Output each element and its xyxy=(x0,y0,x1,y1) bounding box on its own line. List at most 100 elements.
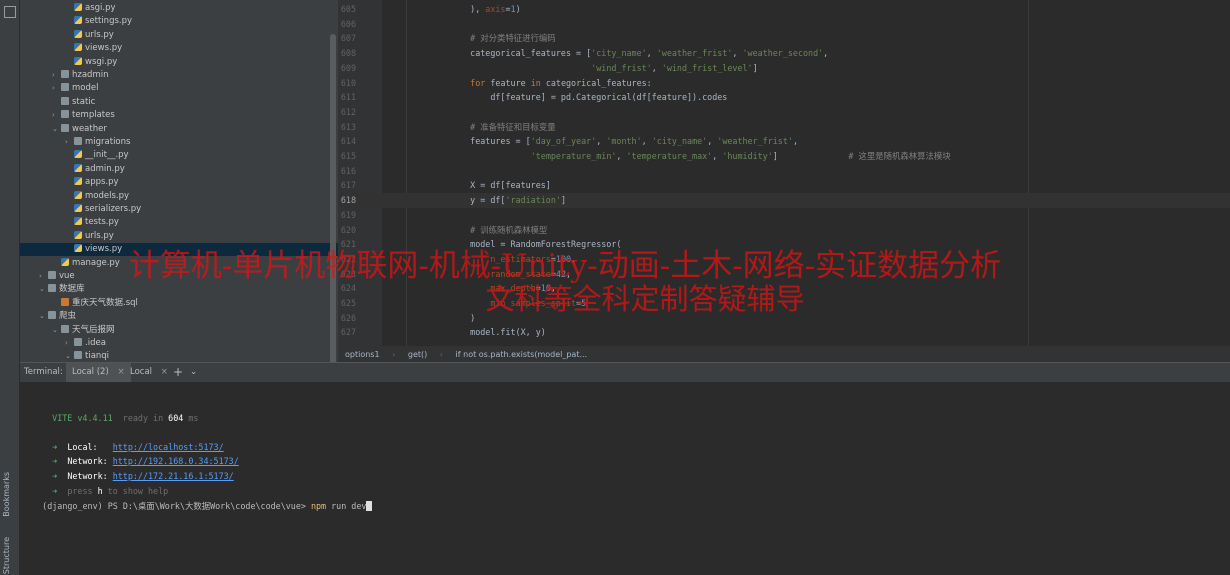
tree-item[interactable]: ⌄ weather xyxy=(20,123,338,136)
tree-item[interactable]: static xyxy=(20,96,338,109)
expand-arrow-icon[interactable]: › xyxy=(52,69,61,82)
tree-item[interactable]: 重庆天气数据.sql xyxy=(20,297,338,310)
code-line[interactable]: 614 features = ['day_of_year', 'month', … xyxy=(338,134,1230,149)
tree-item[interactable]: ⌄ tianqi xyxy=(20,350,338,362)
code-line[interactable]: 605 ), axis=1) xyxy=(338,2,1230,17)
tree-item[interactable]: wsgi.py xyxy=(20,56,338,69)
expand-arrow-icon[interactable]: ⌄ xyxy=(52,123,61,136)
tree-item[interactable]: urls.py xyxy=(20,230,338,243)
tree-item[interactable]: ⌄ 数据库 xyxy=(20,283,338,296)
tree-item[interactable]: tests.py xyxy=(20,216,338,229)
close-icon[interactable]: × xyxy=(117,367,124,377)
code-editor[interactable]: 605 ), axis=1) 606 607 # 对分类特征进行编码 608 cate… xyxy=(338,0,1230,346)
line-number: 616 xyxy=(340,165,356,176)
vite-version: v4.4.11 xyxy=(77,413,113,423)
add-terminal-icon[interactable]: + xyxy=(173,363,183,382)
tree-item[interactable]: __init__.py xyxy=(20,149,338,162)
expand-arrow-icon[interactable]: › xyxy=(52,82,61,95)
chevron-down-icon[interactable]: ⌄ xyxy=(190,363,197,382)
breadcrumb-item[interactable]: if not os.path.exists(model_pat... xyxy=(456,350,588,359)
python-file-icon xyxy=(74,204,82,212)
tree-item[interactable]: › hzadmin xyxy=(20,69,338,82)
tree-item[interactable]: › model xyxy=(20,82,338,95)
bookmarks-tab[interactable]: Bookmarks xyxy=(2,472,11,517)
prompt-line[interactable]: (django_env) PS D:\桌面\Work\大数据Work\code\… xyxy=(22,485,373,511)
code-line[interactable]: 625 min_samples_split=5 xyxy=(338,296,1230,311)
tree-item[interactable]: › templates xyxy=(20,109,338,122)
code-line[interactable]: 624 max_depth=10, xyxy=(338,281,1230,296)
code-line[interactable]: 611 df[feature] = pd.Categorical(df[feat… xyxy=(338,90,1230,105)
tree-item-label: views.py xyxy=(85,43,123,54)
tree-item[interactable]: urls.py xyxy=(20,29,338,42)
command-args: run dev xyxy=(331,501,367,511)
terminal-output[interactable]: VITE v4.4.11 ready in 604 ms ➜ Local: ht… xyxy=(20,382,1230,575)
tree-item-label: urls.py xyxy=(85,230,114,241)
expand-arrow-icon[interactable]: ⌄ xyxy=(65,350,74,362)
structure-tab[interactable]: Structure xyxy=(2,537,11,574)
tree-item[interactable]: serializers.py xyxy=(20,203,338,216)
tree-item-label: model xyxy=(72,83,99,94)
tree-item-label: vue xyxy=(59,271,75,281)
expand-arrow-icon[interactable]: ⌄ xyxy=(39,283,48,296)
tree-item[interactable]: views.py xyxy=(20,42,338,55)
line-number: 610 xyxy=(340,77,356,88)
tree-item[interactable]: manage.py xyxy=(20,257,338,270)
tree-item-label: urls.py xyxy=(85,29,114,40)
breadcrumb-item[interactable]: get() xyxy=(408,350,427,359)
tree-item[interactable]: › vue xyxy=(20,270,338,283)
network-url-line: ➜ Network: http://192.168.0.34:5173/ xyxy=(32,440,239,466)
expand-arrow-icon[interactable]: › xyxy=(52,109,61,122)
expand-arrow-icon[interactable]: ⌄ xyxy=(52,324,61,337)
code-line[interactable]: 610 for feature in categorical_features: xyxy=(338,76,1230,91)
tree-item[interactable]: asgi.py xyxy=(20,2,338,15)
code-line[interactable]: 618 y = df['radiation'] xyxy=(338,193,1230,208)
tree-item[interactable]: ⌄ 爬虫 xyxy=(20,310,338,323)
code-line[interactable]: 608 categorical_features = ['city_name',… xyxy=(338,46,1230,61)
expand-arrow-icon[interactable]: ⌄ xyxy=(39,310,48,323)
tree-item[interactable]: models.py xyxy=(20,190,338,203)
code-line[interactable]: 619 xyxy=(338,208,1230,223)
expand-arrow-icon[interactable]: › xyxy=(65,136,74,149)
tree-item-label: serializers.py xyxy=(85,204,142,214)
python-file-icon xyxy=(74,190,82,199)
code-line[interactable]: 626 ) xyxy=(338,311,1230,326)
tree-item[interactable]: › .idea xyxy=(20,337,338,350)
code-line[interactable]: 621 model = RandomForestRegressor( xyxy=(338,237,1230,252)
expand-arrow-icon[interactable]: › xyxy=(65,337,74,350)
code-line[interactable]: 612 xyxy=(338,105,1230,120)
line-number: 617 xyxy=(340,180,356,191)
code-line[interactable]: 627 model.fit(X, y) xyxy=(338,325,1230,340)
code-line[interactable]: 607 # 对分类特征进行编码 xyxy=(338,31,1230,46)
project-tool-icon[interactable] xyxy=(4,6,16,18)
code-line[interactable]: 622 n_estimators=100, xyxy=(338,252,1230,267)
tab-local[interactable]: Local × xyxy=(130,363,168,382)
tree-item[interactable]: ⌄ 天气后报网 xyxy=(20,324,338,337)
project-tree-panel: asgi.py settings.py urls.py views.py wsgi.py… xyxy=(20,0,338,362)
code-text: 'temperature_min', 'temperature_max', 'h… xyxy=(530,151,951,161)
code-text: # 准备特征和目标变量 xyxy=(470,121,556,132)
tree-item[interactable]: › migrations xyxy=(20,136,338,149)
tab-local-2[interactable]: Local (2) × xyxy=(66,363,131,384)
line-number: 625 xyxy=(340,298,356,308)
tree-item-label: 爬虫 xyxy=(59,311,77,322)
tree-item-label: models.py xyxy=(85,190,130,201)
code-line[interactable]: 609 'wind_frist', 'wind_frist_level'] xyxy=(338,61,1230,76)
breadcrumb-separator: › xyxy=(392,350,396,359)
code-line[interactable]: 616 xyxy=(338,164,1230,179)
line-number: 606 xyxy=(340,18,356,29)
close-icon[interactable]: × xyxy=(161,367,168,377)
expand-arrow-icon[interactable]: › xyxy=(39,270,48,283)
code-line[interactable]: 617 X = df[features] xyxy=(338,178,1230,193)
code-line[interactable]: 620 # 训练随机森林模型 xyxy=(338,223,1230,238)
tree-item[interactable]: settings.py xyxy=(20,15,338,28)
tree-item[interactable]: views.py xyxy=(20,243,338,257)
breadcrumb-item[interactable]: options1 xyxy=(345,350,380,359)
tree-item[interactable]: apps.py xyxy=(20,176,338,189)
folder-icon xyxy=(61,83,69,92)
code-line[interactable]: 613 # 准备特征和目标变量 xyxy=(338,120,1230,135)
project-scrollbar[interactable] xyxy=(330,34,336,362)
tree-item[interactable]: admin.py xyxy=(20,163,338,176)
code-line[interactable]: 623 random_state=42, xyxy=(338,267,1230,282)
code-line[interactable]: 615 'temperature_min', 'temperature_max'… xyxy=(338,149,1230,164)
code-line[interactable]: 606 xyxy=(338,17,1230,32)
